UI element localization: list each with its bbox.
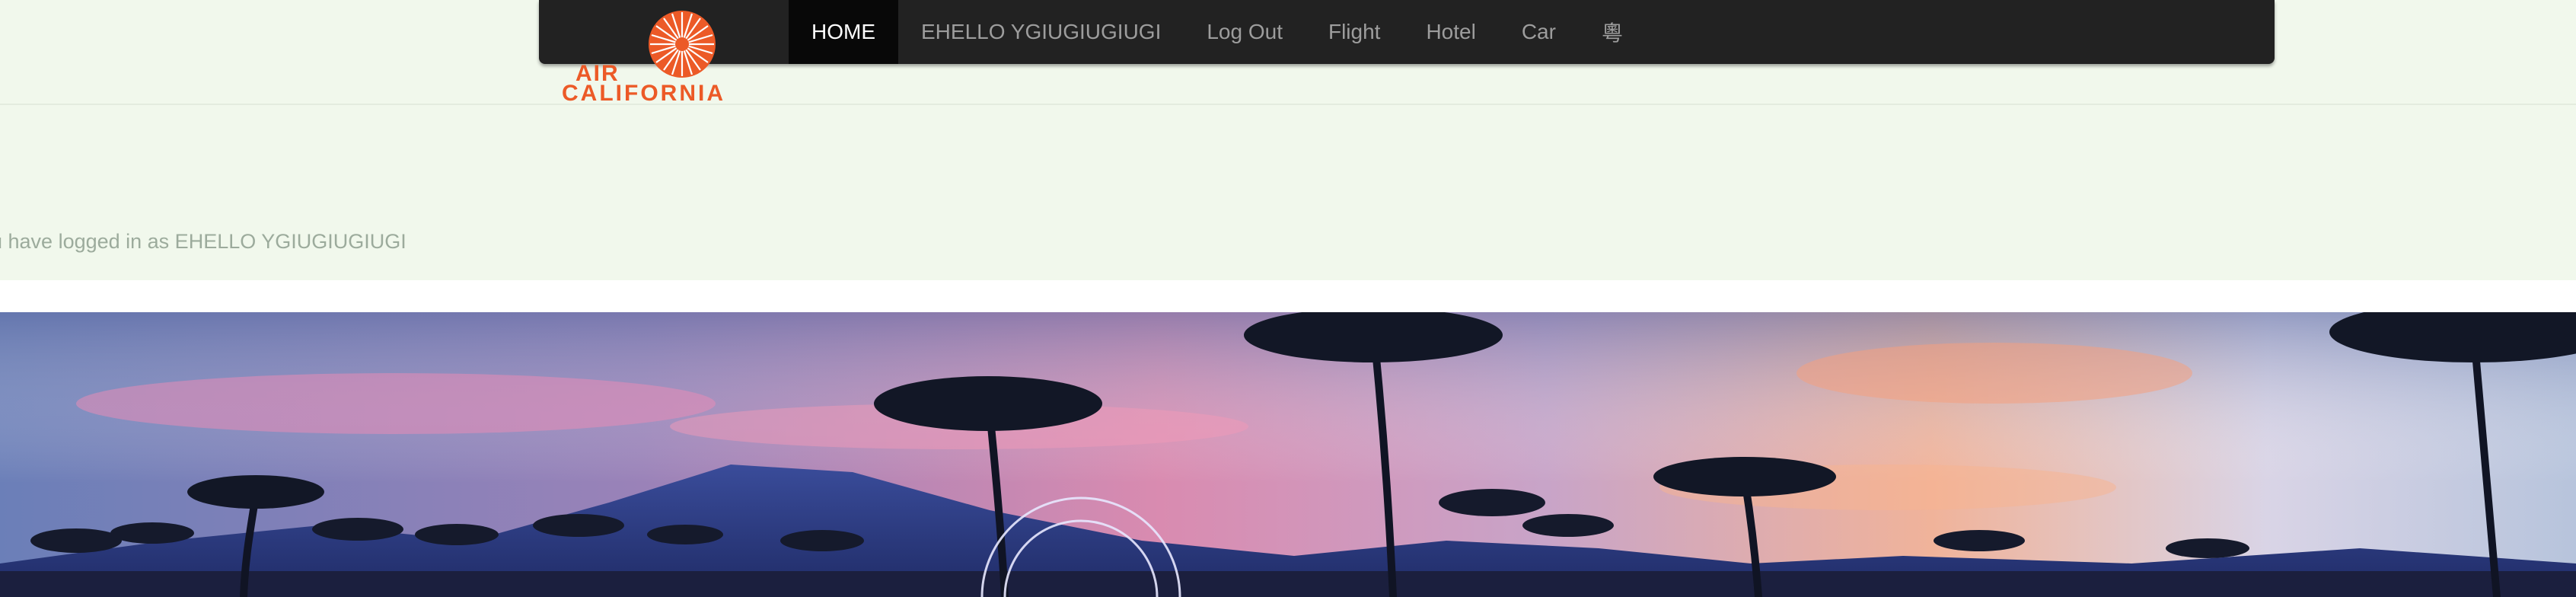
sunburst-logo-icon <box>649 11 716 78</box>
hero-banner <box>0 312 2576 597</box>
nav-home[interactable]: HOME <box>789 0 898 64</box>
nav-log-out[interactable]: Log Out <box>1184 0 1306 64</box>
nav-hotel[interactable]: Hotel <box>1403 0 1498 64</box>
brand-line-california: CALIFORNIA <box>562 81 725 106</box>
nav-language-cantonese[interactable]: 粵 <box>1579 0 1646 64</box>
divider-strip <box>0 280 2576 312</box>
nav-user-name[interactable]: EHELLO YGIUGIUGIUGI <box>898 0 1184 64</box>
sunset-palm-trees-banner <box>0 312 2576 597</box>
main-nav: HOME EHELLO YGIUGIUGIUGI Log Out Flight … <box>789 0 1646 64</box>
nav-flight[interactable]: Flight <box>1306 0 1403 64</box>
nav-car[interactable]: Car <box>1499 0 1579 64</box>
brand-logo[interactable]: AIR CALIFORNIA <box>562 9 752 106</box>
navbar: AIR CALIFORNIA HOME EHELLO YGIUGIUGIUGI … <box>539 0 2275 105</box>
login-status-text: u have logged in as EHELLO YGIUGIUGIUGI <box>0 230 406 253</box>
